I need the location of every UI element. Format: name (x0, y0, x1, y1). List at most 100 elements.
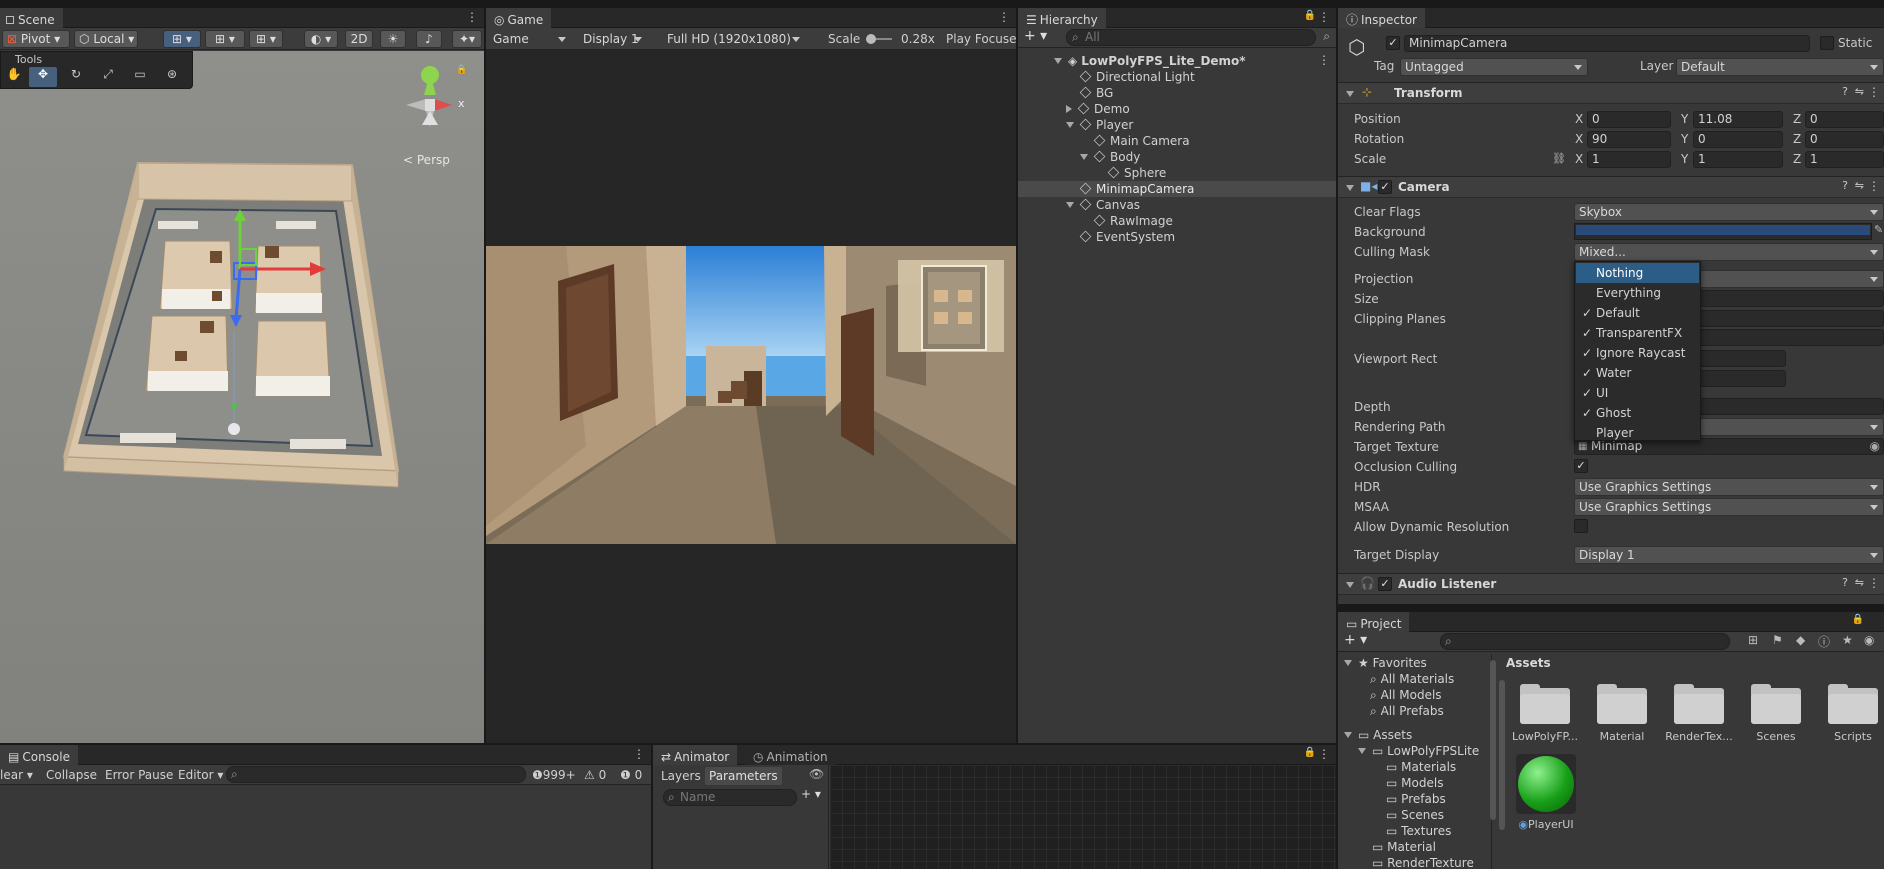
scene-viewport[interactable]: Tools ✋ ✥ ↻ ⤢ ▭ ⊛ x 🔒 < Persp (0, 51, 484, 743)
tab-project[interactable]: ▭ Project (1338, 612, 1410, 632)
create-asset-button[interactable]: + ▾ (1344, 632, 1367, 648)
collapse-arrow-icon[interactable] (1346, 582, 1354, 588)
favorite-star-icon[interactable]: ★ (1842, 633, 1853, 647)
audio-listener-header[interactable]: 🎧 ✓ Audio Listener ? ⇋ ⋮ (1338, 573, 1884, 595)
favorite-all-materials[interactable]: ⌕ All Materials (1370, 671, 1454, 687)
search-by-label-icon[interactable]: ⚑ (1772, 633, 1783, 647)
folder-icon[interactable] (1520, 684, 1570, 724)
parameter-search-input[interactable]: ⌕ Name (663, 789, 797, 806)
resolution-dropdown[interactable]: Full HD (1920x1080) (662, 30, 806, 48)
folder-item[interactable]: ▭ Material (1372, 839, 1436, 855)
clear-button[interactable]: lear ▾ (0, 766, 33, 784)
scene-menu-icon[interactable]: ⋮ (466, 10, 478, 24)
search-options-icon[interactable]: ⌕ (1323, 29, 1330, 44)
folder-item[interactable]: ▭ Scenes (1386, 807, 1444, 823)
expand-arrow-icon[interactable] (1344, 732, 1352, 738)
menu-item-default[interactable]: ✓ Default (1576, 303, 1699, 323)
folder-icon[interactable] (1751, 684, 1801, 724)
folder-item[interactable]: ▭ Prefabs (1386, 791, 1446, 807)
tab-console[interactable]: ▤ Console (0, 745, 78, 765)
static-checkbox[interactable] (1820, 36, 1834, 50)
editor-dropdown[interactable]: Editor ▾ (178, 766, 223, 784)
background-color-field[interactable] (1574, 223, 1872, 240)
position-y-field[interactable]: 11.08 (1693, 111, 1783, 128)
menu-item-ghost[interactable]: ✓ Ghost (1576, 403, 1699, 423)
add-parameter-button[interactable]: + ▾ (801, 787, 821, 801)
hand-tool-icon[interactable]: ✋ (3, 67, 25, 87)
tab-animation[interactable]: ◷ Animation (745, 745, 836, 765)
scale-tool-icon[interactable]: ⤢ (95, 67, 121, 87)
search-by-type-icon[interactable]: ⊞ (1748, 633, 1758, 647)
add-object-button[interactable]: + ▾ (1024, 28, 1047, 44)
folder-item[interactable]: ▭ Models (1386, 775, 1443, 791)
tree-item[interactable]: Sphere (1107, 165, 1166, 181)
help-icon[interactable]: ? (1842, 85, 1848, 98)
scale-slider-thumb[interactable] (866, 34, 876, 44)
scale-z-field[interactable]: 1 (1805, 151, 1884, 168)
tree-item[interactable]: Demo (1066, 101, 1130, 117)
lock-icon[interactable]: 🔒 (1304, 747, 1316, 758)
move-tool-icon[interactable]: ✥ (29, 67, 57, 87)
tree-item[interactable]: Directional Light (1079, 69, 1195, 85)
effects-toggle-icon[interactable]: ✦▾ (452, 30, 482, 48)
scale-x-field[interactable]: 1 (1587, 151, 1671, 168)
rotation-x-field[interactable]: 90 (1587, 131, 1671, 148)
help-icon[interactable]: ? (1842, 576, 1848, 589)
tag-filter-icon[interactable]: ◆ (1796, 633, 1805, 647)
tab-game[interactable]: ◎ Game (486, 8, 552, 28)
eye-icon[interactable]: 👁 (809, 767, 824, 781)
warning-count-toggle[interactable]: ⚠ 0 (584, 766, 606, 784)
collapse-arrow-icon[interactable] (1346, 185, 1354, 191)
lighting-toggle-icon[interactable]: ☀ (380, 30, 406, 48)
hierarchy-menu-icon[interactable]: ⋮ (1318, 10, 1330, 24)
tab-animator[interactable]: ⇄ Animator (653, 745, 738, 765)
settings-icon[interactable]: ⇋ (1855, 576, 1864, 589)
target-display-dropdown[interactable]: Display 1 (1574, 546, 1884, 564)
error-pause-button[interactable]: Error Pause (105, 766, 173, 784)
link-icon[interactable]: ⛓ (1552, 152, 1566, 165)
menu-item-ignore-raycast[interactable]: ✓ Ignore Raycast (1576, 343, 1699, 363)
rotate-tool-icon[interactable]: ↻ (63, 67, 89, 87)
expand-arrow-icon[interactable] (1344, 660, 1352, 666)
occlusion-checkbox[interactable]: ✓ (1574, 459, 1588, 473)
folder-icon[interactable] (1828, 684, 1878, 724)
tab-inspector[interactable]: ⓘ Inspector (1338, 8, 1425, 28)
rotation-y-field[interactable]: 0 (1693, 131, 1783, 148)
folder-item[interactable]: ▭ RenderTexture (1372, 855, 1474, 869)
clear-flags-dropdown[interactable]: Skybox (1574, 203, 1884, 221)
menu-item-nothing[interactable]: Nothing (1576, 263, 1699, 283)
msaa-dropdown[interactable]: Use Graphics Settings (1574, 498, 1884, 516)
grid-visibility-button[interactable]: ⊞ ▾ (249, 30, 283, 48)
layers-tab[interactable]: Layers (661, 767, 701, 785)
help-icon[interactable]: ? (1842, 179, 1848, 192)
position-z-field[interactable]: 0 (1805, 111, 1884, 128)
folder-item[interactable]: ▭ Materials (1386, 759, 1456, 775)
folder-icon[interactable] (1674, 684, 1724, 724)
tree-item[interactable]: RawImage (1093, 213, 1173, 229)
hierarchy-search-input[interactable]: ⌕ All (1066, 29, 1316, 46)
assets-root-item[interactable]: ▭ Assets (1344, 727, 1412, 743)
lock-icon[interactable]: 🔒 (456, 65, 467, 75)
lock-icon[interactable]: 🔒 (1304, 10, 1316, 21)
expand-arrow-icon[interactable] (1358, 748, 1366, 754)
log-count-toggle[interactable]: ❶999+ (532, 766, 576, 784)
dynamic-resolution-checkbox[interactable] (1574, 519, 1588, 533)
eyedropper-icon[interactable]: ✎ (1874, 223, 1883, 236)
snap-increment-button[interactable]: ⊞ ▾ (205, 30, 245, 48)
menu-item-ui[interactable]: ✓ UI (1576, 383, 1699, 403)
lock-icon[interactable]: 🔒 (1852, 614, 1864, 625)
tab-hierarchy[interactable]: ☰ Hierarchy (1018, 8, 1106, 28)
play-focused-dropdown[interactable]: Play Focuse (946, 30, 1016, 48)
audio-toggle-icon[interactable]: ♪ (416, 30, 442, 48)
component-menu-icon[interactable]: ⋮ (1868, 179, 1880, 193)
project-search-input[interactable]: ⌕ (1440, 633, 1730, 650)
grid-snap-button[interactable]: ⊞ ▾ (163, 30, 201, 48)
camera-enabled-checkbox[interactable]: ✓ (1378, 180, 1392, 194)
assets-scrollbar[interactable] (1499, 680, 1505, 830)
expand-arrow-icon[interactable] (1066, 105, 1072, 113)
active-checkbox[interactable]: ✓ (1386, 36, 1400, 50)
shading-mode-button[interactable]: ◐ ▾ (304, 30, 338, 48)
assets-breadcrumb[interactable]: Assets (1506, 656, 1551, 670)
parameters-tab[interactable]: Parameters (705, 767, 782, 785)
pivot-button[interactable]: ⊠ Pivot ▾ (2, 30, 70, 48)
